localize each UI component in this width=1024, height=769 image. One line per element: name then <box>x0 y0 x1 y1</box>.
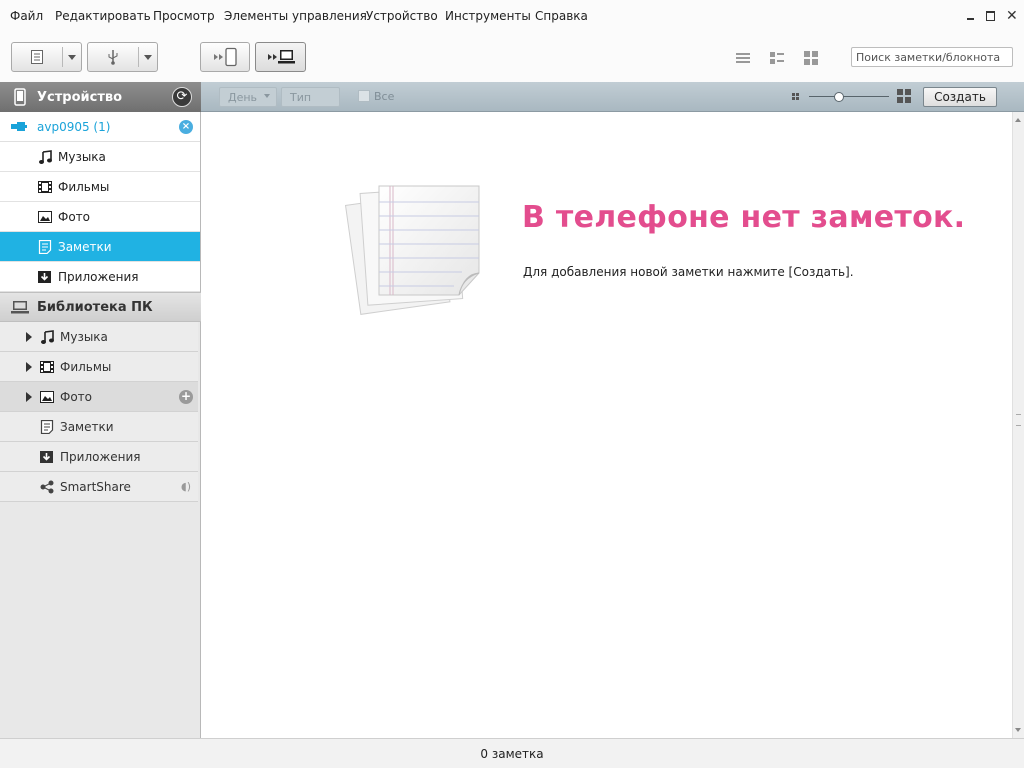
device-section-header[interactable]: Устройство ⟳ <box>0 82 201 112</box>
chevron-down-icon <box>264 94 270 98</box>
status-bar: 0 заметка <box>0 738 1024 768</box>
phone-icon <box>14 88 26 106</box>
laptop-icon <box>11 301 29 314</box>
library-item-music[interactable]: Музыка <box>0 322 198 352</box>
sidebar-item-label: Музыка <box>60 330 108 344</box>
zoom-slider-track[interactable] <box>809 96 889 97</box>
library-item-apps[interactable]: Приложения <box>0 442 198 472</box>
vertical-scrollbar[interactable] <box>1012 112 1024 738</box>
note-icon <box>38 240 52 254</box>
day-filter-label: День <box>228 90 258 104</box>
notes-illustration-icon <box>344 185 480 315</box>
menu-device[interactable]: Устройство <box>366 9 438 23</box>
usb-icon <box>108 50 118 65</box>
library-item-smartshare[interactable]: SmartShare ◖) <box>0 472 198 502</box>
film-icon <box>38 181 52 193</box>
photo-icon <box>38 211 52 223</box>
app-download-icon <box>38 271 51 283</box>
create-button[interactable]: Создать <box>923 87 997 107</box>
sidebar-item-label: SmartShare <box>60 480 131 494</box>
sidebar-item-label: Заметки <box>58 240 112 254</box>
phone-mode-button[interactable] <box>200 42 250 72</box>
scroll-down-icon[interactable] <box>1015 728 1021 732</box>
menu-view[interactable]: Просмотр <box>153 9 215 23</box>
empty-state-title: В телефоне нет заметок. <box>522 200 966 235</box>
type-filter-label: Тип <box>290 90 312 104</box>
expand-arrow-icon[interactable] <box>26 362 32 372</box>
chevron-down-icon <box>144 54 152 60</box>
sidebar-item-apps[interactable]: Приложения <box>0 262 200 292</box>
sidebar-item-label: Фото <box>58 210 91 224</box>
smartshare-icon <box>40 480 54 494</box>
sidebar-item-label: Музыка <box>58 150 106 164</box>
type-filter-dropdown[interactable]: Тип <box>281 87 340 107</box>
menu-file[interactable]: Файл <box>10 9 43 23</box>
expand-arrow-icon[interactable] <box>26 332 32 342</box>
sidebar-item-label: Приложения <box>60 450 141 464</box>
sidebar-item-label: Фильмы <box>58 180 110 194</box>
zoom-slider-handle[interactable] <box>834 92 844 102</box>
detail-view-icon[interactable] <box>769 51 785 65</box>
add-icon[interactable]: + <box>179 390 193 404</box>
pc-mode-button[interactable] <box>255 42 306 72</box>
select-all-label: Все <box>374 90 395 103</box>
sidebar-item-label: Заметки <box>60 420 114 434</box>
signal-icon: ◖) <box>181 480 192 493</box>
photo-icon <box>40 391 54 403</box>
menu-tools[interactable]: Инструменты <box>445 9 531 23</box>
film-icon <box>40 361 54 373</box>
library-item-photos[interactable]: Фото + <box>0 382 198 412</box>
menu-help[interactable]: Справка <box>535 9 588 23</box>
scroll-grip-icon[interactable] <box>1016 414 1021 426</box>
connection-dropdown-button[interactable] <box>87 42 158 72</box>
large-thumbnails-icon[interactable] <box>897 89 911 103</box>
laptop-icon <box>267 50 295 64</box>
menu-bar: Файл Редактировать Просмотр Элементы упр… <box>0 0 1024 32</box>
usb-connector-icon <box>11 122 27 131</box>
sidebar-item-music[interactable]: Музыка <box>0 142 200 172</box>
music-note-icon <box>41 330 54 344</box>
sidebar: Устройство ⟳ avp0905 (1) × Музыка Фильмы… <box>0 82 201 738</box>
grid-view-icon[interactable] <box>803 51 819 65</box>
sidebar-item-label: Фильмы <box>60 360 112 374</box>
refresh-icon[interactable]: ⟳ <box>172 87 192 107</box>
sidebar-item-notes[interactable]: Заметки <box>0 232 200 262</box>
select-all-checkbox[interactable] <box>358 90 370 102</box>
filter-bar: День Тип Все Создать <box>201 82 1024 112</box>
device-section-title: Устройство <box>37 89 123 105</box>
menu-controls[interactable]: Элементы управления <box>224 9 367 23</box>
sidebar-item-label: Фото <box>60 390 93 404</box>
library-item-notes[interactable]: Заметки <box>0 412 198 442</box>
document-icon <box>31 50 43 64</box>
small-thumbnails-icon[interactable] <box>792 93 799 100</box>
library-section-title: Библиотека ПК <box>37 299 153 315</box>
menu-edit[interactable]: Редактировать <box>55 9 151 23</box>
sidebar-item-label: Приложения <box>58 270 139 284</box>
device-name: avp0905 (1) <box>37 120 111 134</box>
list-view-icon[interactable] <box>735 51 751 65</box>
phone-icon <box>214 47 237 67</box>
library-item-movies[interactable]: Фильмы <box>0 352 198 382</box>
maximize-icon[interactable] <box>986 11 995 21</box>
note-icon <box>40 420 54 434</box>
minimize-icon[interactable] <box>966 11 976 21</box>
scroll-up-icon[interactable] <box>1015 118 1021 122</box>
empty-state-hint: Для добавления новой заметки нажмите [Со… <box>523 265 854 279</box>
sidebar-item-photos[interactable]: Фото <box>0 202 200 232</box>
sidebar-item-movies[interactable]: Фильмы <box>0 172 200 202</box>
app-download-icon <box>40 451 53 463</box>
music-note-icon <box>39 150 52 164</box>
device-item[interactable]: avp0905 (1) × <box>0 112 200 142</box>
disconnect-icon[interactable]: × <box>179 120 193 134</box>
library-section-header[interactable]: Библиотека ПК <box>0 292 201 322</box>
chevron-down-icon <box>68 54 76 60</box>
day-filter-dropdown[interactable]: День <box>219 87 277 107</box>
view-mode-dropdown-button[interactable] <box>11 42 82 72</box>
expand-arrow-icon[interactable] <box>26 392 32 402</box>
search-input[interactable] <box>851 47 1013 67</box>
close-icon[interactable]: ✕ <box>1006 9 1018 23</box>
